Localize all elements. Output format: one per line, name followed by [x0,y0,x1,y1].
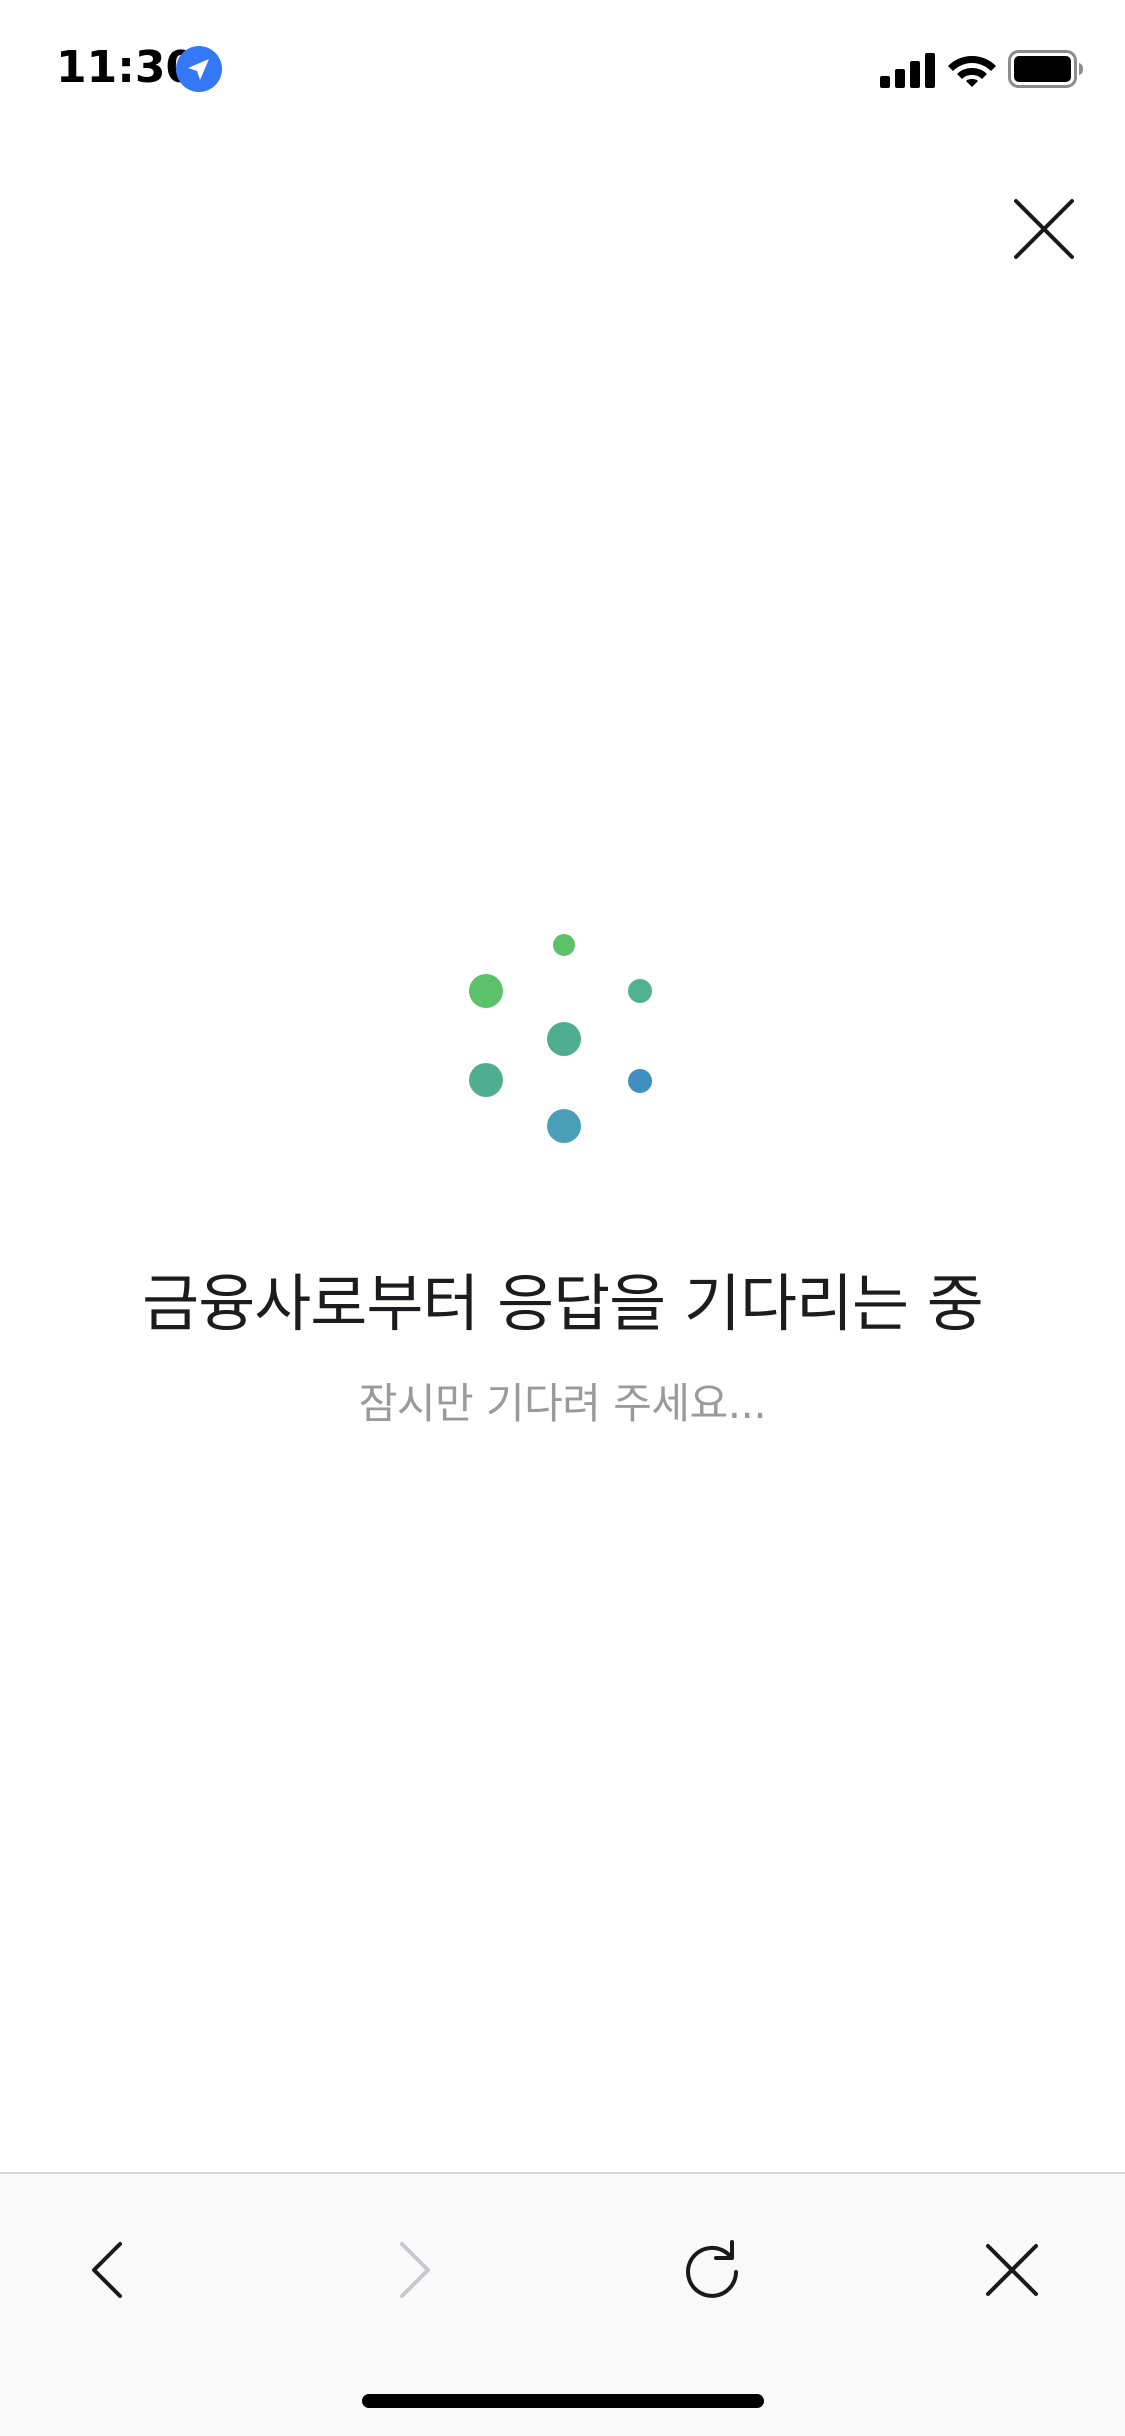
home-indicator[interactable] [362,2394,764,2408]
location-arrow-icon [176,46,222,92]
status-bar: 11:30 [0,0,1125,132]
spinner-dot [553,934,575,956]
wifi-icon [948,56,996,87]
loading-spinner [469,934,652,1143]
spinner-dot [628,979,652,1003]
forward-button[interactable] [372,2230,452,2310]
reload-button[interactable] [672,2230,752,2310]
spinner-dot [469,1063,503,1097]
loading-title: 금융사로부터 응답을 기다리는 중 [142,1267,984,1340]
screen: 11:30 금융사로부터 응답을 기다리는 중 잠시만 기다려 주세요... [0,0,1125,2436]
close-button[interactable] [1010,195,1078,263]
spinner-dot [628,1069,652,1093]
back-button[interactable] [70,2230,150,2310]
battery-icon [1008,50,1083,88]
spinner-dot [547,1022,581,1056]
spinner-dot [547,1109,581,1143]
close-browser-button[interactable] [972,2230,1052,2310]
spinner-dot [469,974,503,1008]
cellular-signal-icon [880,53,935,88]
loading-subtitle: 잠시만 기다려 주세요... [358,1379,767,1428]
